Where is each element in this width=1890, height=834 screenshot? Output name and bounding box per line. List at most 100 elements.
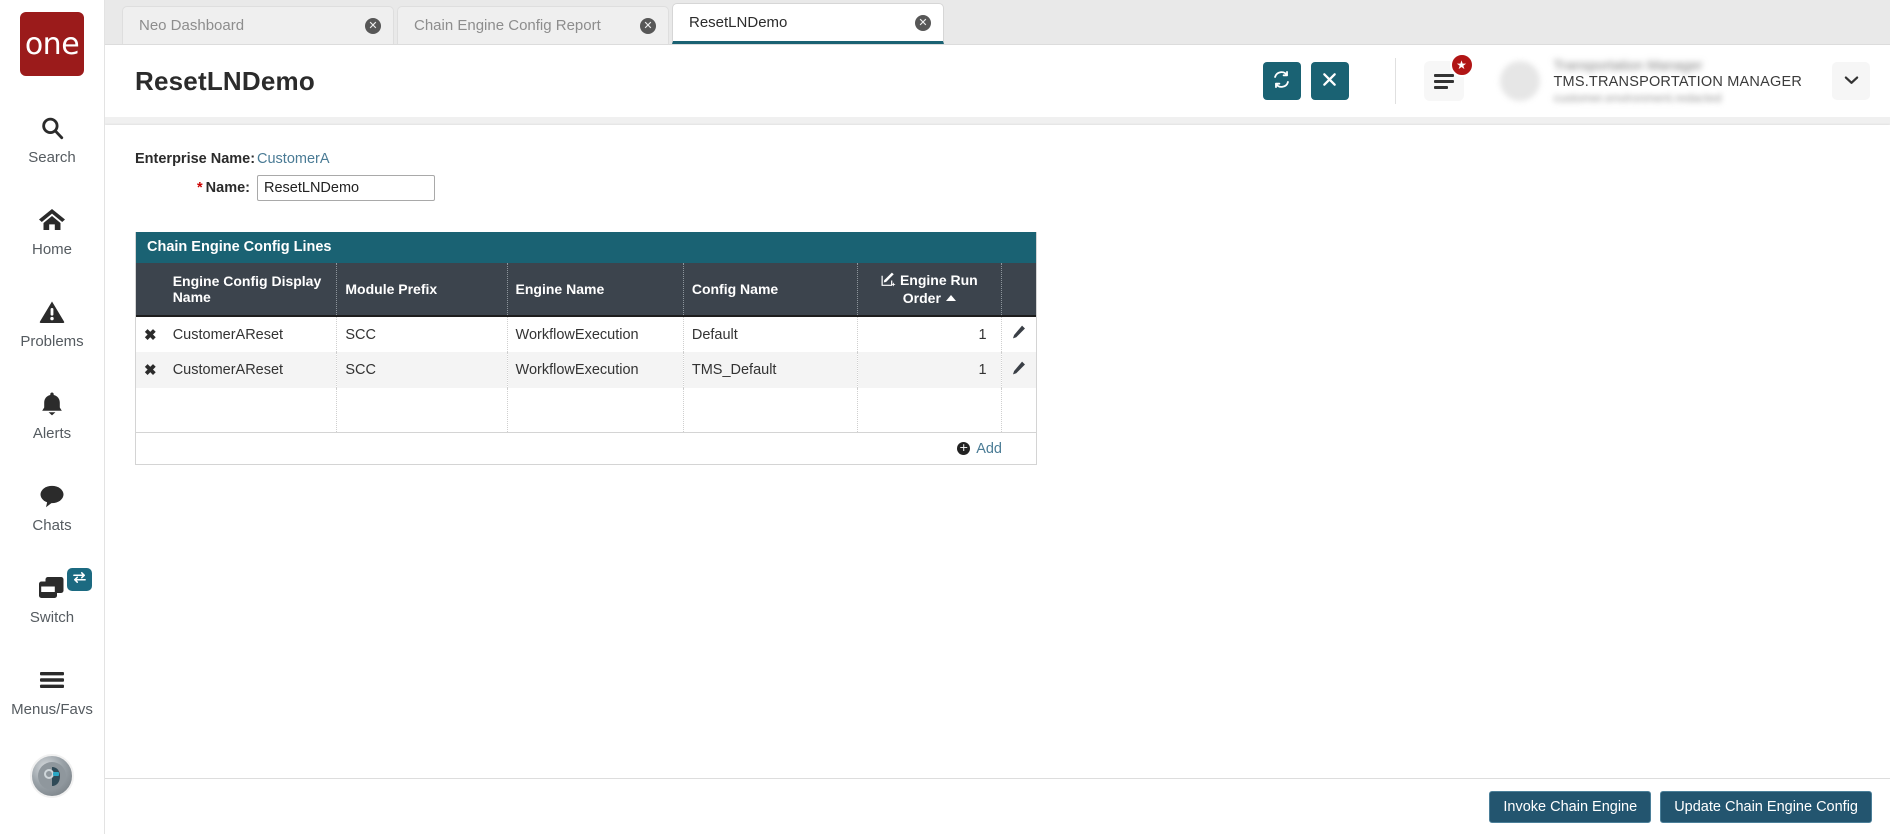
editable-column-icon	[881, 272, 896, 290]
grid-body: ✖ CustomerAReset SCC WorkflowExecution D…	[136, 316, 1036, 432]
main-column: Neo Dashboard ✕ Chain Engine Config Repo…	[105, 0, 1890, 834]
content-wrapper: Enterprise Name: CustomerA *Name: Chain …	[105, 117, 1890, 834]
grid-header-row: Engine Config Display Name Module Prefix…	[136, 263, 1036, 317]
column-header-module-prefix[interactable]: Module Prefix	[336, 263, 508, 317]
pencil-edit-icon[interactable]	[1001, 316, 1036, 352]
sidebar-item-switch[interactable]: Switch	[0, 562, 104, 636]
table-row[interactable]: ✖ CustomerAReset SCC WorkflowExecution T…	[136, 352, 1036, 388]
user-org-redacted: customer.environment.redacted	[1553, 91, 1722, 106]
pencil-edit-icon[interactable]	[1001, 352, 1036, 388]
grid-table: Engine Config Display Name Module Prefix…	[136, 263, 1036, 432]
brand-logo[interactable]: one	[20, 12, 84, 76]
sidebar-item-problems[interactable]: Problems	[0, 286, 104, 360]
column-header-label: Engine Run Order	[899, 272, 978, 306]
list-menu-button[interactable]: ★	[1423, 53, 1474, 101]
close-page-button[interactable]	[1310, 62, 1349, 100]
tab-resetlndemo[interactable]: ResetLNDemo ✕	[672, 3, 944, 44]
column-header-display-name[interactable]: Engine Config Display Name	[164, 263, 338, 317]
cell-run-order: 1	[857, 316, 1002, 352]
close-circle-icon[interactable]: ✕	[365, 17, 381, 34]
invoke-chain-engine-button[interactable]: Invoke Chain Engine	[1489, 790, 1652, 823]
cell-config-name: TMS_Default	[683, 352, 859, 388]
cell-module-prefix: SCC	[336, 316, 508, 352]
sidebar-item-label: Menus/Favs	[11, 701, 93, 718]
brand-logo-text: one	[24, 26, 80, 62]
form-area: Enterprise Name: CustomerA * Name:	[105, 151, 1890, 209]
sidebar-item-alerts[interactable]: Alerts	[0, 378, 104, 452]
bell-icon	[40, 389, 64, 419]
sidebar-item-menus-favs[interactable]: Menus/Favs	[0, 654, 104, 728]
name-label-text: Name:	[205, 180, 250, 196]
cell-display-name: CustomerAReset	[164, 352, 338, 388]
warning-triangle-icon	[39, 297, 65, 327]
chat-bubble-icon	[38, 481, 66, 511]
content-card: Enterprise Name: CustomerA *Name: Chain …	[105, 125, 1890, 834]
cell-engine-name: WorkflowExecution	[507, 352, 684, 388]
footer-action-bar: Invoke Chain Engine Update Chain Engine …	[105, 778, 1890, 834]
column-header-engine-run-order[interactable]: Engine Run Order	[857, 263, 1002, 317]
sidebar-item-search[interactable]: Search	[0, 102, 104, 176]
sidebar-item-label: Chats	[32, 517, 72, 534]
ai-assistant-avatar[interactable]	[30, 754, 74, 798]
cell-display-name: CustomerAReset	[164, 316, 338, 352]
close-circle-icon[interactable]: ✕	[640, 17, 656, 34]
sidebar-item-label: Search	[28, 149, 76, 166]
delete-x-icon[interactable]: ✖	[136, 316, 165, 352]
column-header-config-name[interactable]: Config Name	[683, 263, 859, 317]
cell-config-name: Default	[683, 316, 859, 352]
search-icon	[39, 113, 65, 143]
user-menu-toggle[interactable]	[1832, 62, 1870, 100]
chain-engine-config-lines-grid: Chain Engine Config Lines Engine Config …	[135, 232, 1037, 465]
delete-x-icon[interactable]: ✖	[136, 352, 165, 388]
switch-windows-icon	[37, 573, 67, 603]
name-label: * Name:	[135, 180, 257, 196]
avatar	[1499, 61, 1540, 101]
star-icon: ★	[1449, 53, 1474, 77]
sidebar-item-label: Switch	[29, 609, 75, 626]
column-header-engine-name[interactable]: Engine Name	[507, 263, 684, 317]
refresh-button[interactable]	[1262, 62, 1301, 100]
add-row-label: Add	[976, 440, 1002, 457]
sidebar-item-label: Home	[31, 241, 72, 258]
add-row-button[interactable]: + Add	[957, 441, 1002, 457]
swap-arrows-icon	[72, 571, 87, 589]
update-chain-engine-config-button[interactable]: Update Chain Engine Config	[1660, 790, 1872, 823]
tab-label: Chain Engine Config Report	[414, 17, 601, 34]
enterprise-name-label: Enterprise Name:	[135, 151, 256, 167]
enterprise-name-value[interactable]: CustomerA	[257, 151, 330, 167]
switch-badge[interactable]	[67, 568, 92, 591]
plus-circle-icon: +	[957, 441, 971, 455]
hamburger-icon	[38, 665, 66, 695]
user-login-name: TMS.TRANSPORTATION MANAGER	[1553, 73, 1802, 90]
tab-chain-engine-config-report[interactable]: Chain Engine Config Report ✕	[397, 6, 669, 44]
list-menu-icon	[1433, 71, 1454, 92]
left-sidebar: one Search Home Problems Alerts Chats Sw…	[0, 0, 105, 834]
table-row[interactable]: ✖ CustomerAReset SCC WorkflowExecution D…	[136, 316, 1036, 352]
cell-run-order: 1	[857, 352, 1002, 388]
grid-empty-space	[136, 388, 1036, 432]
user-profile[interactable]: Transportation Manager TMS.TRANSPORTATIO…	[1499, 57, 1803, 106]
cell-engine-name: WorkflowExecution	[507, 316, 684, 352]
sidebar-item-label: Problems	[20, 333, 84, 350]
close-circle-icon[interactable]: ✕	[915, 14, 931, 31]
enterprise-name-row: Enterprise Name: CustomerA	[135, 151, 1890, 167]
tab-neo-dashboard[interactable]: Neo Dashboard ✕	[122, 6, 394, 44]
refresh-sync-icon	[1272, 70, 1291, 92]
tab-label: ResetLNDemo	[689, 14, 788, 31]
name-input[interactable]	[257, 175, 435, 201]
column-header-edit	[1001, 263, 1036, 317]
grid-title: Chain Engine Config Lines	[136, 232, 1036, 263]
sidebar-item-home[interactable]: Home	[0, 194, 104, 268]
page-title: ResetLNDemo	[135, 65, 315, 96]
close-x-icon	[1321, 71, 1338, 91]
assistant-face-icon	[37, 761, 67, 791]
home-icon	[38, 205, 66, 235]
sidebar-item-label: Alerts	[32, 425, 72, 442]
name-row: * Name:	[135, 175, 1890, 201]
tab-label: Neo Dashboard	[139, 17, 245, 34]
sort-ascending-icon	[945, 295, 956, 301]
sidebar-item-chats[interactable]: Chats	[0, 470, 104, 544]
column-header-delete	[136, 263, 165, 317]
cell-module-prefix: SCC	[336, 352, 508, 388]
